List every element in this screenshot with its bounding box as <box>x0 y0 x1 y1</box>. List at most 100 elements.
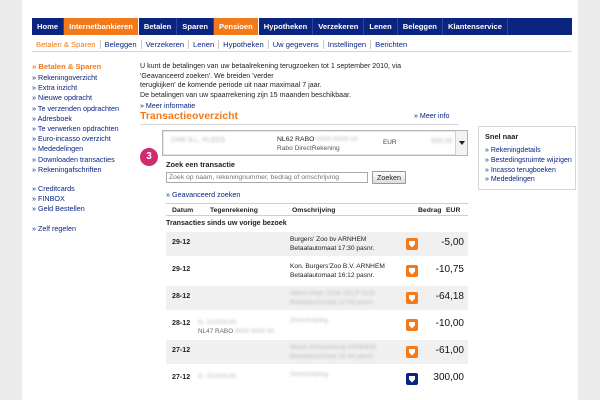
sidebar-item-te-verwerken-opdrachten[interactable]: » Te verwerken opdrachten <box>32 124 138 134</box>
row-amount: 300,00 <box>433 372 464 383</box>
transaction-icon[interactable] <box>406 238 418 250</box>
account-dropdown-button[interactable] <box>455 131 467 155</box>
row-description: Albert Heijn 1034 VELP GLD Betaalautomaat… <box>290 290 375 306</box>
column-header-eur: EUR <box>446 207 461 214</box>
nav-verzekeren[interactable]: Verzekeren <box>313 18 365 35</box>
sidebar: » Betalen & Sparen » Rekeningoverzicht »… <box>32 62 138 234</box>
row-date: 28-12 <box>172 319 191 327</box>
page-title: Transactieoverzicht <box>140 110 239 122</box>
row-amount: -61,00 <box>435 345 464 356</box>
quick-links-box: Snel naar » Rekeningdetails » Bestedings… <box>478 126 576 190</box>
row-counterparty: G. DIJSSUN <box>198 373 237 380</box>
row-date: 29-12 <box>172 265 191 273</box>
search-input[interactable] <box>166 172 368 183</box>
since-last-visit-heading: Transacties sinds uw vorige bezoek <box>166 219 287 227</box>
sidebar-item-nieuwe-opdracht[interactable]: » Nieuwe opdracht <box>32 93 138 103</box>
subnav-beleggen[interactable]: Beleggen <box>101 40 142 49</box>
nav-pensioen[interactable]: Pensioen <box>214 18 259 35</box>
intro-text-line-2: terugkijken' de komende periode uit naar… <box>140 81 322 90</box>
sidebar-item-creditcards[interactable]: » Creditcards <box>32 184 138 194</box>
row-amount: -5,00 <box>441 237 464 248</box>
account-select[interactable]: DHR B.L. PLEEB NL62 RABO 0000 0000 00 Ra… <box>162 130 468 156</box>
transaction-icon[interactable] <box>406 265 418 277</box>
row-amount: -10,75 <box>435 264 464 275</box>
sidebar-item-rekeningafschriften[interactable]: » Rekeningafschriften <box>32 165 138 175</box>
sidebar-item-adresboek[interactable]: » Adresboek <box>32 114 138 124</box>
account-currency: EUR <box>383 139 397 146</box>
sidebar-item-mededelingen[interactable]: » Mededelingen <box>32 144 138 154</box>
row-date: 27-12 <box>172 346 191 354</box>
table-row[interactable]: 27-12 G. DIJSSUN Omschrijving 300,00 <box>166 367 468 391</box>
row-description: Musis Schouwburg ARNHEM Betaalautomaat 19… <box>290 344 376 360</box>
row-date: 27-12 <box>172 373 191 381</box>
nav-lenen[interactable]: Lenen <box>364 18 398 35</box>
sidebar-item-geld-bestellen[interactable]: » Geld Bestellen <box>32 204 138 214</box>
shield-icon <box>409 321 415 329</box>
table-row[interactable]: 27-12 Musis Schouwburg ARNHEM Betaalautom… <box>166 340 468 364</box>
nav-internetbankieren[interactable]: Internetbankieren <box>64 18 139 35</box>
account-balance: 000,00 <box>431 138 453 145</box>
sidebar-item-downloaden-transacties[interactable]: » Downloaden transacties <box>32 155 138 165</box>
row-description: Omschrijving <box>290 371 329 378</box>
quick-link-mededelingen[interactable]: » Mededelingen <box>485 175 569 185</box>
row-description: Omschrijving <box>290 317 329 324</box>
advanced-search-link[interactable]: » Geavanceerd zoeken <box>166 190 240 199</box>
nav-klantenservice[interactable]: Klantenservice <box>443 18 508 35</box>
table-row[interactable]: 28-12 Albert Heijn 1034 VELP GLD Betaalau… <box>166 286 468 310</box>
chevron-down-icon <box>458 141 465 145</box>
table-row[interactable]: 29-12 Kon. Burgers'Zoo B.V. ARNHEM Betaal… <box>166 259 468 283</box>
subnav-uw-gegevens[interactable]: Uw gegevens <box>269 40 324 49</box>
transaction-icon[interactable] <box>406 292 418 304</box>
subnav-berichten[interactable]: Berichten <box>371 40 411 49</box>
quick-link-incasso-terugboeken[interactable]: » Incasso terugboeken <box>485 166 569 176</box>
quick-link-bestedingsruimte[interactable]: » Bestedingsruimte wijzigen <box>485 156 572 166</box>
table-row[interactable]: 28-12 G. DIJSSUN NL47 RABO 0000 0000 00 … <box>166 313 468 337</box>
row-amount: -10,00 <box>435 318 464 329</box>
shield-icon <box>409 267 415 275</box>
sidebar-item-zelf-regelen[interactable]: » Zelf regelen <box>32 224 138 234</box>
search-button[interactable]: Zoeken <box>372 171 406 184</box>
meer-info-link[interactable]: » Meer info <box>414 112 450 120</box>
sidebar-title[interactable]: » Betalen & Sparen <box>32 62 138 71</box>
sub-navigation: Betalen & Sparen Beleggen Verzekeren Len… <box>32 38 572 52</box>
title-divider <box>140 124 458 125</box>
subnav-betalen-sparen[interactable]: Betalen & Sparen <box>32 40 101 49</box>
nav-sparen[interactable]: Sparen <box>177 18 215 35</box>
row-description: Kon. Burgers'Zoo B.V. ARNHEM Betaalautoma… <box>290 263 385 279</box>
sidebar-item-finbox[interactable]: » FINBOX <box>32 194 138 204</box>
account-type: Rabo DirectRekening <box>277 145 340 152</box>
row-counterparty: G. DIJSSUN <box>198 319 237 326</box>
subnav-verzekeren[interactable]: Verzekeren <box>142 40 190 49</box>
transaction-icon[interactable] <box>406 373 418 385</box>
table-row[interactable]: 29-12 Burgers' Zoo bv ARNHEM Betaalautoma… <box>166 232 468 256</box>
nav-hypotheken[interactable]: Hypotheken <box>259 18 314 35</box>
shield-icon <box>409 348 415 356</box>
quick-link-rekeningdetails[interactable]: » Rekeningdetails <box>485 146 569 156</box>
sidebar-item-te-verzenden-opdrachten[interactable]: » Te verzenden opdrachten <box>32 104 138 114</box>
subnav-lenen[interactable]: Lenen <box>189 40 220 49</box>
search-label: Zoek een transactie <box>166 160 236 169</box>
column-header-omschrijving: Omschrijving <box>292 207 336 214</box>
subnav-instellingen[interactable]: Instellingen <box>324 40 372 49</box>
row-description: Burgers' Zoo bv ARNHEM Betaalautomaat 17:… <box>290 236 375 252</box>
row-date: 29-12 <box>172 238 191 246</box>
subnav-hypotheken[interactable]: Hypotheken <box>219 40 269 49</box>
table-header: Datum Tegenrekening Omschrijving Bedrag … <box>166 203 468 216</box>
step-number-badge: 3 <box>140 148 158 166</box>
column-header-bedrag: Bedrag <box>418 207 442 214</box>
transaction-icon[interactable] <box>406 346 418 358</box>
nav-home[interactable]: Home <box>32 18 65 35</box>
nav-betalen[interactable]: Betalen <box>139 18 178 35</box>
sidebar-item-euro-incasso-overzicht[interactable]: » Euro-incasso overzicht <box>32 134 138 144</box>
main-navigation: Home Internetbankieren Betalen Sparen Pe… <box>32 18 572 35</box>
intro-text-line-3: De betalingen van uw spaarrekening zijn … <box>140 90 351 99</box>
sidebar-item-rekeningoverzicht[interactable]: » Rekeningoverzicht <box>32 73 138 83</box>
intro-block: U kunt de betalingen van uw betaalrekeni… <box>140 62 440 110</box>
transaction-icon[interactable] <box>406 319 418 331</box>
quick-links-title: Snel naar <box>485 132 519 141</box>
intro-text-line-1: U kunt de betalingen van uw betaalrekeni… <box>140 62 402 80</box>
sidebar-item-extra-inzicht[interactable]: » Extra inzicht <box>32 83 138 93</box>
nav-beleggen[interactable]: Beleggen <box>398 18 443 35</box>
